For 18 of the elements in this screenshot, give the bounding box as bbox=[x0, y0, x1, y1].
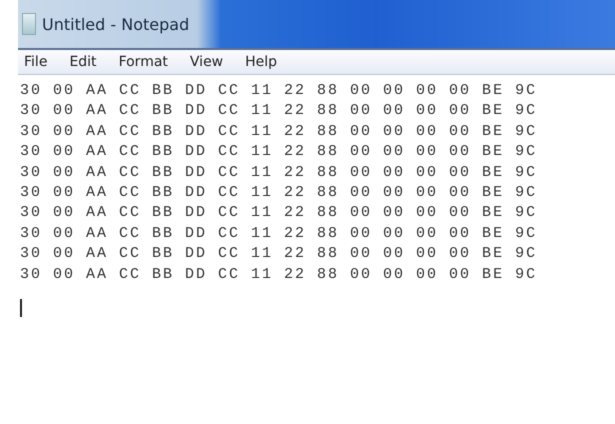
text-line: 30 00 AA CC BB DD CC 11 22 88 00 00 00 00 BE 9C bbox=[20, 81, 538, 101]
menu-item[interactable]: Format bbox=[116, 54, 170, 70]
menu-item[interactable]: Edit bbox=[67, 54, 99, 70]
text-line: 30 00 AA CC BB DD CC 11 22 88 00 00 00 00 BE 9C bbox=[20, 122, 538, 142]
text-cursor bbox=[20, 299, 22, 318]
text-line: 30 00 AA CC BB DD CC 11 22 88 00 00 00 00 BE 9C bbox=[20, 142, 538, 162]
text-line: 30 00 AA CC BB DD CC 11 22 88 00 00 00 00 BE 9C bbox=[20, 224, 538, 244]
text-line: 30 00 AA CC BB DD CC 11 22 88 00 00 00 00 BE 9C bbox=[20, 244, 538, 264]
menu-item[interactable]: Help bbox=[243, 54, 280, 70]
window-title: Untitled - Notepad bbox=[42, 14, 190, 34]
text-line: 30 00 AA CC BB DD CC 11 22 88 00 00 00 00 BE 9C bbox=[20, 101, 538, 122]
notepad-icon bbox=[22, 13, 36, 35]
text-line: 30 00 AA CC BB DD CC 11 22 88 00 00 00 00 BE 9C bbox=[20, 162, 538, 183]
text-line: 30 00 AA CC BB DD CC 11 22 88 00 00 00 00 BE 9C bbox=[20, 183, 538, 204]
menu-item[interactable]: File bbox=[22, 54, 50, 70]
text-line: 30 00 AA CC BB DD CC 11 22 88 00 00 00 00 BE 9C bbox=[20, 203, 538, 224]
text-line: 30 00 AA CC BB DD CC 11 22 88 00 00 00 00 BE 9C bbox=[20, 264, 538, 285]
menu-item[interactable]: View bbox=[188, 54, 226, 70]
